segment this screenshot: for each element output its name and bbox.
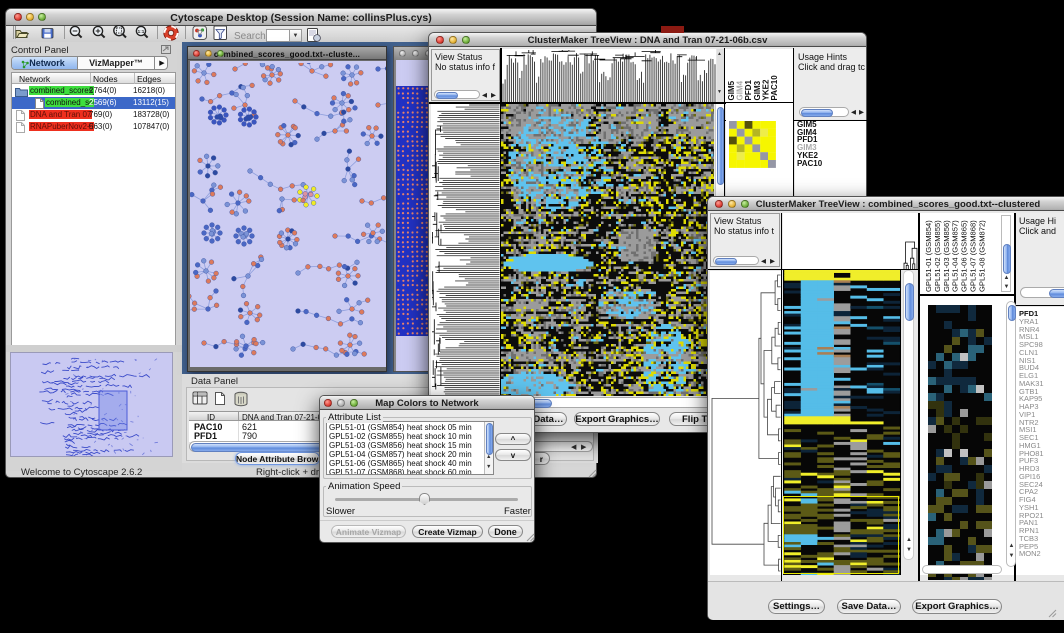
svg-text:GPL51-06 (GSM865): GPL51-06 (GSM865): [960, 220, 969, 292]
svg-text:GPL51-01 (GSM854): GPL51-01 (GSM854): [924, 220, 933, 292]
svg-text:GPL51-02 (GSM855): GPL51-02 (GSM855): [933, 220, 942, 292]
svg-text:GPL51-08 (GSM872): GPL51-08 (GSM872): [977, 220, 986, 292]
svg-text:1:1: 1:1: [138, 29, 145, 34]
svg-text:PAC10: PAC10: [770, 75, 779, 101]
svg-text:GPL51-03 (GSM856): GPL51-03 (GSM856): [942, 220, 951, 292]
svg-text:GPL51-07 (GSM868): GPL51-07 (GSM868): [969, 220, 978, 292]
svg-text:GPL51-04 (GSM857): GPL51-04 (GSM857): [951, 220, 960, 292]
